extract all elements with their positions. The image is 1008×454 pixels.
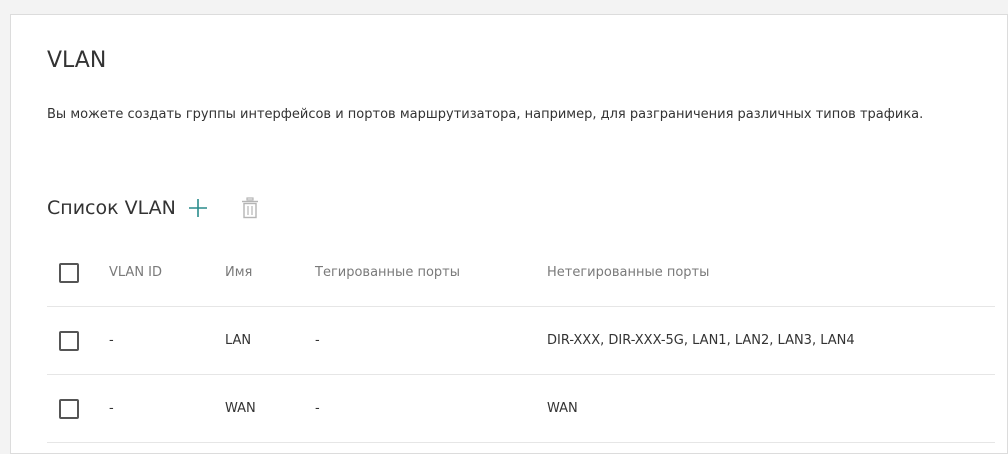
- table-header-row: VLAN ID Имя Тегированные порты Нетегиров…: [47, 239, 995, 307]
- row-checkbox[interactable]: [59, 398, 79, 419]
- add-vlan-button[interactable]: [182, 192, 214, 224]
- vlan-id-cell: -: [109, 333, 114, 348]
- section-title: Список VLAN: [47, 197, 176, 219]
- vlan-table: VLAN ID Имя Тегированные порты Нетегиров…: [47, 239, 995, 443]
- vlan-list-header: Список VLAN: [47, 190, 266, 226]
- vlan-name-cell: WAN: [225, 401, 256, 416]
- table-row[interactable]: - WAN - WAN: [47, 375, 995, 443]
- untagged-ports-cell: WAN: [547, 401, 578, 416]
- untagged-ports-cell: DIR-XXX, DIR-XXX-5G, LAN1, LAN2, LAN3, L…: [547, 333, 855, 348]
- column-header-tagged-ports[interactable]: Тегированные порты: [315, 265, 547, 280]
- vlan-card: VLAN Вы можете создать группы интерфейсо…: [10, 14, 1008, 454]
- column-header-vlan-id[interactable]: VLAN ID: [109, 265, 225, 280]
- table-row[interactable]: - LAN - DIR-XXX, DIR-XXX-5G, LAN1, LAN2,…: [47, 307, 995, 375]
- vlan-id-cell: -: [109, 401, 114, 416]
- delete-vlan-button[interactable]: [234, 192, 266, 224]
- vlan-name-cell: LAN: [225, 333, 252, 348]
- column-header-name[interactable]: Имя: [225, 265, 315, 280]
- select-all-checkbox[interactable]: [59, 262, 79, 283]
- column-header-untagged-ports[interactable]: Нетегированные порты: [547, 265, 995, 280]
- row-checkbox[interactable]: [59, 330, 79, 351]
- plus-icon: [188, 199, 207, 217]
- page-description: Вы можете создать группы интерфейсов и п…: [47, 107, 924, 122]
- trash-icon: [241, 197, 258, 219]
- tagged-ports-cell: -: [315, 333, 320, 348]
- page-title: VLAN: [47, 48, 107, 73]
- tagged-ports-cell: -: [315, 401, 320, 416]
